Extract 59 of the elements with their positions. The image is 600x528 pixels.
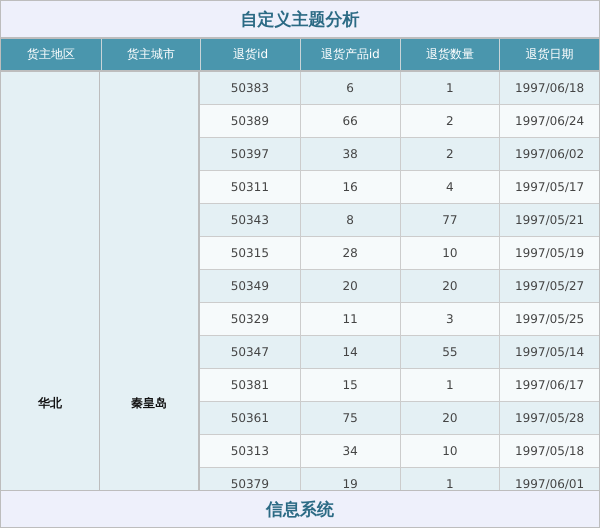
table-cell-text: 50349 [230,278,270,295]
table-cell: 15 [300,369,400,401]
table-cell-text: 50389 [230,113,270,130]
table-cell: 16 [300,171,400,203]
table-cell-text: 50379 [230,476,270,490]
column-header: 退货产品id [300,39,400,70]
table-cell: 10 [400,435,500,467]
table-cell: 1997/05/17 [499,171,599,203]
column-header: 退货id [200,39,300,70]
table-cell: 1997/05/28 [499,402,599,434]
table-cell: 1997/05/18 [499,435,599,467]
table-cell-text: 50397 [230,146,270,163]
table-cell: 20 [400,402,500,434]
table-cell: 1997/06/24 [499,105,599,137]
table-cell: 14 [300,336,400,368]
table-cell: 77 [400,204,500,236]
table-cell: 1 [400,369,500,401]
table-cell-text: 50313 [230,443,270,460]
table-cell: 20 [300,270,400,302]
column-header: 退货数量 [400,39,500,70]
footer-title: 信息系统 [1,491,599,527]
table-cell-text: 50383 [230,80,270,97]
table-cell-text: 50347 [230,344,270,361]
table-cell: 11 [300,303,400,335]
table-cell-text: 50381 [230,377,270,394]
table-cell-text: 50315 [230,245,270,262]
table-cell-text: 50311 [230,179,270,196]
table-cell: 1997/05/14 [499,336,599,368]
table-cell: 1997/05/21 [499,204,599,236]
table-cell: 1997/06/18 [499,72,599,104]
table-cell: 3 [400,303,500,335]
table-cell: 1997/05/25 [499,303,599,335]
table-cell: 2 [400,105,500,137]
table-cell: 1997/06/17 [499,369,599,401]
table-cell-text: 50361 [230,410,270,427]
table-cell: 2 [400,138,500,170]
table-cell: 38 [300,138,400,170]
table-cell: 66 [300,105,400,137]
table-cell: 10 [400,237,500,269]
table-cell: 1 [400,72,500,104]
page-title: 自定义主题分析 [1,1,599,37]
table-cell-text: 50343 [230,212,270,229]
table-cell: 55 [400,336,500,368]
column-header: 货主城市 [100,39,200,70]
region-cell: 华北 [38,395,62,411]
table-cell: 20 [400,270,500,302]
column-header: 退货日期 [499,39,599,70]
table-cell: 4 [400,171,500,203]
table-cell: 1997/05/27 [499,270,599,302]
table-cell-text: 50329 [230,311,270,328]
table-cell: 75 [300,402,400,434]
column-header: 货主地区 [26,46,76,63]
table-cell: 6 [300,72,400,104]
table-cell: 34 [300,435,400,467]
city-cell: 秦皇岛 [131,395,167,411]
table-cell: 1997/06/02 [499,138,599,170]
table-cell: 28 [300,237,400,269]
table-cell: 1997/05/19 [499,237,599,269]
table-cell: 8 [300,204,400,236]
